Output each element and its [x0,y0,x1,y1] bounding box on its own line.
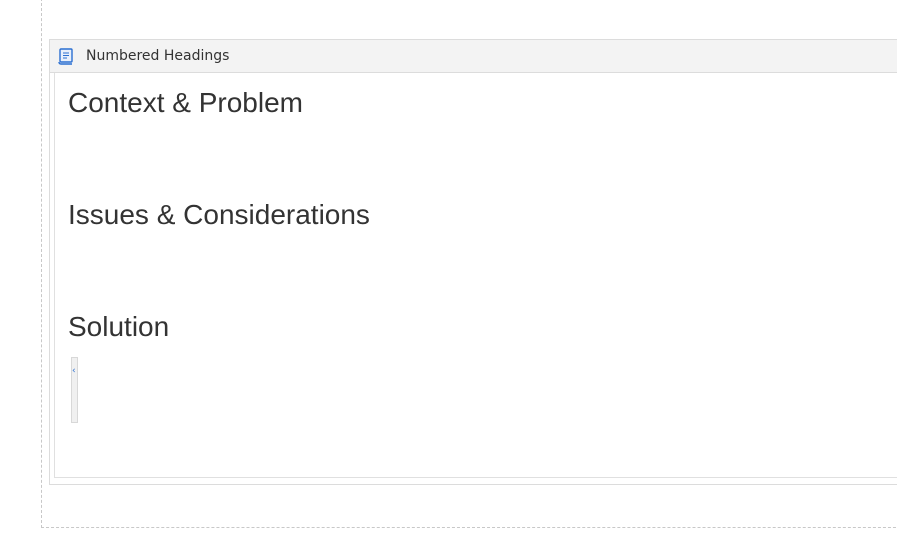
macro-header[interactable]: Numbered Headings [50,40,897,73]
macro-body[interactable]: Context & Problem Issues & Consideration… [54,73,897,478]
heading-context-problem[interactable]: Context & Problem [68,87,303,119]
scroll-icon [56,46,76,66]
editor-page: Numbered Headings Context & Problem Issu… [0,0,897,552]
macro-title: Numbered Headings [86,48,230,64]
scroll-icon-graphic [58,48,73,65]
collapse-handle[interactable]: ‹ [71,357,78,423]
heading-issues-considerations[interactable]: Issues & Considerations [68,199,370,231]
heading-solution[interactable]: Solution [68,311,169,343]
numbered-headings-macro[interactable]: Numbered Headings Context & Problem Issu… [49,39,897,485]
chevron-left-icon: ‹ [72,366,76,376]
